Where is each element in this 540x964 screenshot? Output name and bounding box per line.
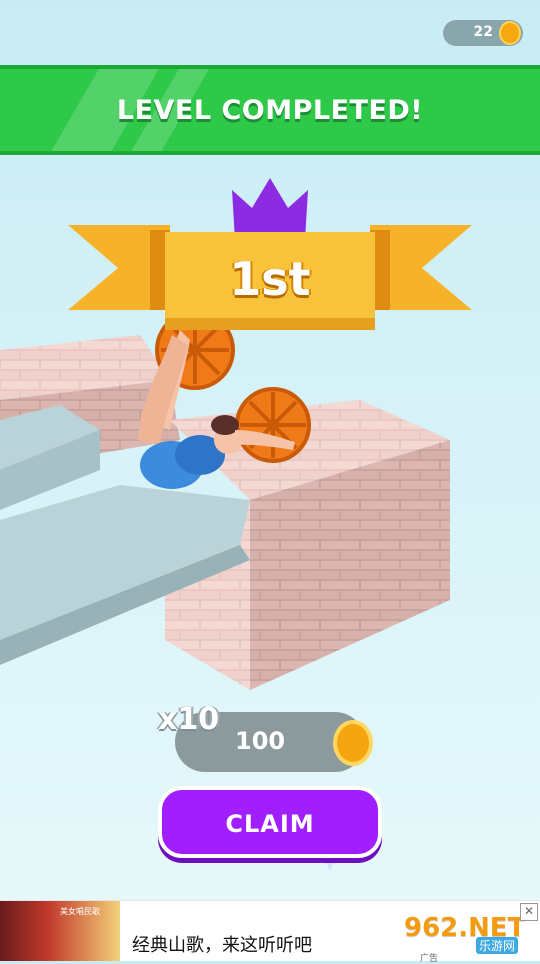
claim-label: CLAIM: [225, 810, 315, 838]
coin-icon: [333, 720, 373, 766]
wheel-lower: [235, 387, 311, 463]
rank-label: 1st: [229, 252, 311, 306]
reward-multiplier: x10: [158, 702, 220, 737]
crown-icon: [232, 178, 308, 240]
ad-thumbnail-caption: 美女唱民歌: [60, 907, 100, 916]
reward-amount: 100: [235, 727, 286, 755]
ad-banner[interactable]: 美女唱民歌 经典山歌，来这听听吧 962.NET 乐游网 广告 ✕: [0, 900, 540, 964]
ad-thumbnail[interactable]: 美女唱民歌: [0, 901, 120, 961]
claim-button[interactable]: CLAIM: [158, 786, 382, 858]
ad-logo: 962.NET 乐游网: [400, 913, 530, 955]
ad-tag: 广告: [420, 954, 439, 964]
ad-text[interactable]: 经典山歌，来这听听吧: [132, 931, 312, 957]
close-icon[interactable]: ✕: [520, 903, 538, 921]
ad-logo-sub: 乐游网: [476, 937, 519, 954]
